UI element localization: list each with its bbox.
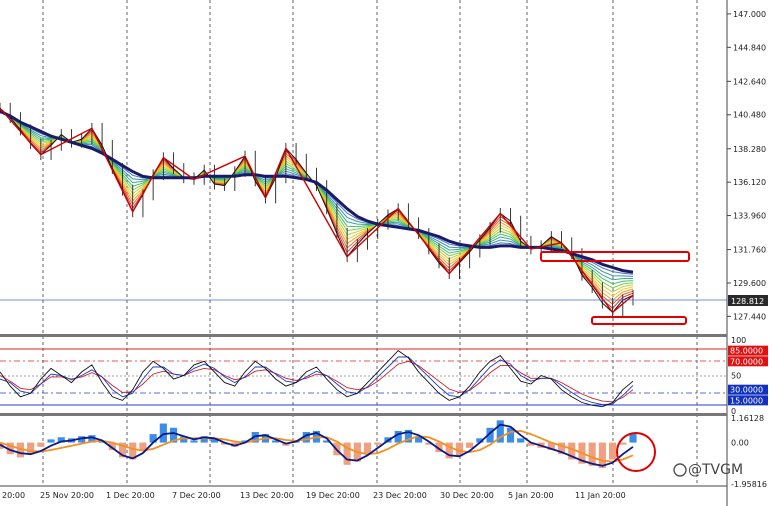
price-tick-label-0: 147.000 <box>733 10 766 19</box>
time-tick-label-3: 7 Dec 20:00 <box>172 491 221 500</box>
price-panel <box>0 102 727 325</box>
watermark-text: @TVGM <box>688 462 743 478</box>
time-tick-label-6: 23 Dec 20:00 <box>373 491 427 500</box>
watermark-logo-icon <box>673 463 687 477</box>
macd-bar-5 <box>47 439 55 443</box>
macd-tick-label-0: 1.16128 <box>731 414 764 423</box>
price-tick-label-6: 133.960 <box>733 212 766 221</box>
time-axis-ticks: 20:00 25 Nov 20:00 1 Dec 20:00 7 Dec 20:00 1… <box>2 491 626 500</box>
price-tick-label-4: 138.280 <box>733 145 766 154</box>
price-tick-label-1: 144.840 <box>733 43 766 52</box>
support-box <box>591 316 687 325</box>
time-tick-label-5: 19 Dec 20:00 <box>306 491 360 500</box>
time-tick-label-0: 20:00 <box>2 491 25 500</box>
panel-separator-1 <box>0 334 727 337</box>
macd-bar-3 <box>27 442 35 455</box>
macd-bar-19 <box>190 440 198 443</box>
price-tick-label-9: 127.440 <box>733 312 766 321</box>
macd-bar-50 <box>506 427 515 443</box>
stoch-line-blue <box>0 356 634 406</box>
stoch-tick-label-0: 100 <box>731 336 746 345</box>
macd-bar-62 <box>629 434 637 443</box>
ma-ribbon <box>0 108 634 309</box>
time-tick-label-8: 5 Jan 20:00 <box>508 491 554 500</box>
time-tick-label-9: 11 Jan 20:00 <box>575 491 626 500</box>
macd-tick-label-1: 0.00 <box>731 439 749 448</box>
price-label-text: 128.812 <box>731 297 764 306</box>
stochastic-panel <box>0 348 727 408</box>
price-tick-label-5: 136.120 <box>733 178 766 187</box>
price-tick-label-8: 129.600 <box>733 279 766 288</box>
stoch-tick-label-3: 50 <box>731 372 741 381</box>
price-label-badge: 128.812 <box>728 295 768 306</box>
price-tick-label-2: 142.640 <box>733 77 766 86</box>
price-tick-label-7: 131.760 <box>733 246 766 255</box>
macd-bar-14 <box>139 442 147 450</box>
time-tick-label-7: 30 Dec 20:00 <box>440 491 494 500</box>
macd-tick-label-2: -1.95816 <box>731 480 767 489</box>
price-axis-ticks: 147.000 144.840 142.640 140.480 138.280 136.1… <box>727 10 766 321</box>
time-tick-label-2: 1 Dec 20:00 <box>106 491 155 500</box>
macd-line <box>0 423 634 467</box>
macd-bar-51 <box>517 438 525 443</box>
macd-panel <box>0 420 656 472</box>
stoch-level-label-5: 15.0000 <box>730 396 763 405</box>
stoch-level-label-2: 70.0000 <box>730 357 763 366</box>
macd-bar-46 <box>466 442 474 448</box>
time-tick-label-4: 13 Dec 20:00 <box>240 491 294 500</box>
resistance-box <box>540 251 690 262</box>
macd-bar-36 <box>363 442 372 454</box>
stoch-level-label-4: 30.0000 <box>730 386 763 395</box>
panel-separator-2 <box>0 413 727 416</box>
ribbon-line-2 <box>0 108 634 301</box>
price-tick-label-3: 140.480 <box>733 111 766 120</box>
watermark: @TVGM <box>673 462 743 478</box>
stoch-axis-ticks: 10085.000070.00005030.000015.00000 <box>728 336 768 416</box>
stoch-level-label-1: 85.0000 <box>730 347 763 356</box>
chart-canvas: 147.000 144.840 142.640 140.480 138.280 136.1… <box>0 0 768 506</box>
macd-bar-37 <box>374 442 382 445</box>
macd-bar-60 <box>609 442 617 460</box>
macd-bar-4 <box>37 442 45 447</box>
macd-histogram <box>0 420 637 468</box>
time-tick-label-1: 25 Nov 20:00 <box>40 491 94 500</box>
